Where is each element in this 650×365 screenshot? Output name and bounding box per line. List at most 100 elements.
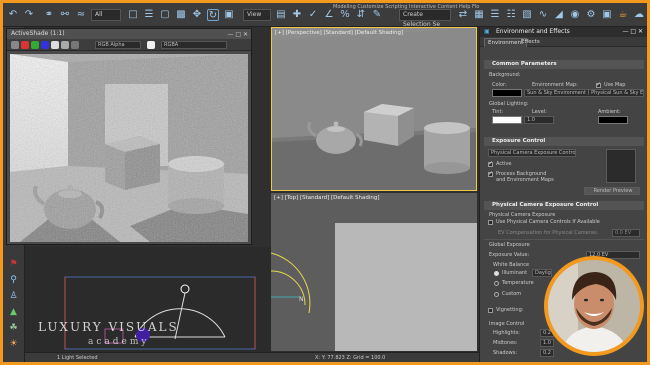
top-viewport[interactable]: N [+] [Top] [Standard] [Default Shading]: [271, 193, 477, 351]
vignetting-label: Vignetting:: [496, 307, 524, 313]
ev-comp-field[interactable]: 0.0 EV: [612, 229, 640, 237]
window-controls[interactable]: — □ ✕: [622, 27, 643, 37]
tree-icon[interactable]: ▲: [8, 307, 19, 318]
perspective-viewport[interactable]: [+] [Perspective] [Standard] [Default Sh…: [271, 27, 477, 191]
level-field[interactable]: 1.0: [524, 116, 554, 124]
render-setup-icon[interactable]: ⚙: [585, 9, 597, 21]
background-swatch[interactable]: [147, 41, 155, 49]
env-title: Environment and Effects: [496, 28, 570, 35]
midtones-field[interactable]: 1.0: [540, 339, 554, 347]
green-channel-icon[interactable]: [31, 41, 39, 49]
plant-icon[interactable]: ☘: [8, 323, 19, 334]
redo-icon[interactable]: ↷: [23, 9, 35, 21]
use-map-checkbox[interactable]: [596, 81, 601, 88]
activeshade-toolbar: RGB Alpha RGBA: [7, 39, 251, 51]
blue-channel-icon[interactable]: [41, 41, 49, 49]
mirror-icon[interactable]: ⇄: [457, 9, 469, 21]
alpha-channel-icon[interactable]: [51, 41, 59, 49]
snaps-icon[interactable]: ✓: [307, 9, 319, 21]
display-select[interactable]: RGBA: [161, 41, 227, 49]
region-select-icon[interactable]: ▢: [159, 9, 171, 21]
ev-comp-label: EV Compensation for Physical Cameras:: [498, 230, 599, 236]
app-window: Modeling Customize Scripting Interactive…: [3, 3, 647, 362]
walk-icon[interactable]: ⚑: [8, 259, 19, 270]
scene-explorer-icon[interactable]: ☰: [489, 9, 501, 21]
activeshade-window[interactable]: ActiveShade (1:1) — □ ✕ RGB Alpha RGBA: [6, 28, 252, 245]
ambient-swatch[interactable]: [598, 116, 628, 124]
env-tabs: Environment Effects: [480, 37, 647, 47]
unlink-icon[interactable]: ⚯: [59, 9, 71, 21]
spinner-snap-icon[interactable]: ⇵: [355, 9, 367, 21]
use-physical-controls-checkbox[interactable]: [488, 220, 493, 225]
main-toolbar: Modeling Customize Scripting Interactive…: [3, 3, 647, 28]
scale-icon[interactable]: ▣: [223, 9, 235, 21]
activeshade-titlebar[interactable]: ActiveShade (1:1) — □ ✕: [7, 29, 251, 39]
mono-icon[interactable]: [61, 41, 69, 49]
exposure-value-label: Exposure Value:: [489, 252, 530, 258]
align-icon[interactable]: ▦: [473, 9, 485, 21]
activeshade-render: [10, 54, 248, 242]
pivot-icon[interactable]: ▤: [275, 9, 287, 21]
window-crossing-icon[interactable]: ▩: [175, 9, 187, 21]
selection-status: 1 Light Selected: [57, 355, 98, 361]
bind-icon[interactable]: ≈: [75, 9, 87, 21]
exposure-preview-thumbnail: [606, 149, 636, 183]
undo-icon[interactable]: ↶: [7, 9, 19, 21]
exposure-control-rollout[interactable]: Exposure Control: [484, 137, 644, 146]
rotate-icon[interactable]: ↻: [207, 9, 219, 21]
custom-radio[interactable]: [494, 292, 499, 297]
save-image-icon[interactable]: [11, 41, 19, 49]
layer-explorer-icon[interactable]: ☷: [505, 9, 517, 21]
channel-select[interactable]: RGB Alpha: [95, 41, 141, 49]
render-cloud-icon[interactable]: ☁: [633, 9, 645, 21]
top-viewport-label[interactable]: [+] [Top] [Standard] [Default Shading]: [274, 195, 380, 201]
illuminant-select[interactable]: Daylight (6: [532, 269, 552, 277]
common-params-rollout[interactable]: Common Parameters: [484, 60, 644, 69]
shadows-field[interactable]: 0.2: [540, 349, 554, 357]
selection-filter-select[interactable]: All: [91, 9, 121, 21]
schematic-view-icon[interactable]: ◢: [553, 9, 565, 21]
tint-label: Tint:: [492, 109, 504, 115]
vignetting-checkbox[interactable]: [488, 308, 493, 313]
env-maps-label: and Environment Maps: [496, 177, 554, 183]
white-balance-label: White Balance: [493, 262, 530, 268]
background-color-swatch[interactable]: [492, 89, 522, 97]
background-label: Background:: [489, 72, 521, 78]
active-checkbox[interactable]: [488, 160, 493, 167]
select-object-icon[interactable]: □: [127, 9, 139, 21]
perspective-viewport-label[interactable]: [+] [Perspective] [Standard] [Default Sh…: [275, 30, 403, 36]
move-icon[interactable]: ✥: [191, 9, 203, 21]
tint-swatch[interactable]: [492, 116, 522, 124]
hierarchy-icon[interactable]: ⚲: [8, 275, 19, 286]
temperature-radio[interactable]: [494, 281, 499, 286]
ribbon-icon[interactable]: ▧: [521, 9, 533, 21]
curve-editor-icon[interactable]: ∿: [537, 9, 549, 21]
env-titlebar[interactable]: ▣ Environment and Effects — □ ✕: [480, 27, 647, 37]
select-manipulate-icon[interactable]: ✚: [291, 9, 303, 21]
people-icon[interactable]: ♙: [8, 291, 19, 302]
light-icon[interactable]: ☀: [8, 339, 19, 350]
rendered-frame-icon[interactable]: ▣: [601, 9, 613, 21]
select-by-name-icon[interactable]: ☰: [143, 9, 155, 21]
reference-coord-select[interactable]: View: [243, 9, 271, 21]
material-editor-icon[interactable]: ◉: [569, 9, 581, 21]
percent-snap-icon[interactable]: %: [339, 9, 351, 21]
link-icon[interactable]: ⚭: [43, 9, 55, 21]
red-channel-icon[interactable]: [21, 41, 29, 49]
physical-exposure-rollout[interactable]: Physical Camera Exposure Control: [484, 201, 644, 210]
render-preview-button[interactable]: Render Preview: [584, 187, 640, 195]
clear-icon[interactable]: [71, 41, 79, 49]
tab-effects[interactable]: Effects: [518, 38, 543, 47]
exposure-control-select[interactable]: Physical Camera Exposure Control: [488, 149, 576, 157]
process-bg-checkbox[interactable]: [488, 170, 493, 177]
named-selection-set[interactable]: Create Selection Se: [399, 9, 451, 28]
presenter-avatar: [548, 260, 640, 352]
illuminant-radio[interactable]: [494, 271, 499, 276]
render-icon[interactable]: ☕: [617, 9, 629, 21]
env-map-button[interactable]: Sun & Sky Environment ( Physical Sun & S…: [524, 89, 644, 97]
top-scene: N: [271, 193, 477, 351]
level-label: Level:: [532, 109, 547, 115]
app-icon: ▣: [484, 28, 490, 35]
angle-snap-icon[interactable]: ∠: [323, 9, 335, 21]
edit-named-sets-icon[interactable]: ✎: [371, 9, 383, 21]
